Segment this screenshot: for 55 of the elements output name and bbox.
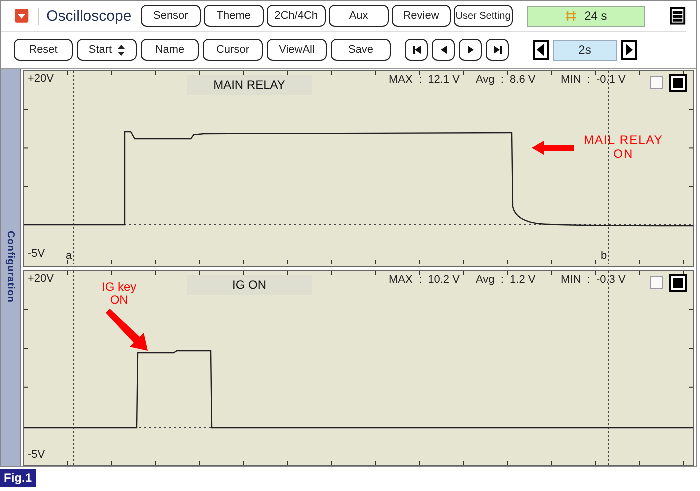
axis-label: -5V (28, 248, 46, 261)
time-scale-field[interactable]: 2s (553, 40, 617, 60)
timer-icon (564, 10, 577, 22)
axis-label: -5V (28, 448, 46, 462)
tab-button[interactable]: User Setting (454, 5, 513, 27)
arrow-icon (532, 141, 574, 155)
menu-icon[interactable] (670, 7, 686, 25)
dropdown-icon[interactable] (15, 9, 29, 23)
tab-button[interactable]: 2Ch/4Ch (266, 5, 326, 27)
next-button[interactable] (459, 39, 482, 61)
tab-button[interactable]: Aux (329, 5, 389, 27)
previous-button[interactable] (432, 39, 455, 61)
tab-button[interactable]: Theme (204, 5, 264, 27)
increase-button[interactable] (621, 40, 637, 60)
tab-button[interactable]: Sensor (140, 5, 202, 27)
skip-back-icon (412, 45, 422, 55)
axis-label: +20V (28, 73, 54, 86)
avg-reading: Avg : 8.6 V (476, 74, 536, 87)
right-triangle-icon (466, 45, 476, 55)
channel-name: IG ON (187, 274, 312, 294)
max-reading: MAX : 10.2 V (389, 274, 460, 286)
time-scale-value: 2s (578, 43, 592, 57)
last-button[interactable] (486, 39, 509, 61)
side-tab[interactable]: Configuration (1, 69, 21, 466)
checkbox[interactable] (650, 76, 663, 89)
first-button[interactable] (405, 39, 428, 61)
skip-forward-icon (492, 45, 502, 55)
spinner-icon (118, 44, 126, 56)
action-button[interactable]: ViewAll (267, 39, 327, 61)
axis-label: +20V (28, 272, 54, 286)
avg-reading: Avg : 1.2 V (476, 274, 536, 286)
trace-color-swatch[interactable] (669, 274, 687, 292)
min-reading: MIN : -0.1 V (561, 74, 626, 87)
annotation-text: MAIL RELAY ON (584, 134, 664, 162)
timer-text: 24 s (584, 9, 608, 23)
cursor-label: a (66, 250, 72, 263)
window-title: Oscilloscope (38, 8, 132, 24)
action-button[interactable]: Save (331, 39, 391, 61)
decrease-button[interactable] (533, 40, 549, 60)
start-spinner[interactable]: Start (77, 39, 137, 61)
min-reading: MIN : -0.3 V (561, 274, 626, 286)
action-button[interactable]: Reset (14, 39, 73, 61)
channel-name: MAIN RELAY (187, 75, 312, 95)
checkbox[interactable] (650, 276, 663, 288)
side-tab-label: Configuration (5, 231, 16, 304)
action-button[interactable]: Name (141, 39, 199, 61)
cursor-label: b (601, 250, 608, 263)
trace-color-swatch[interactable] (669, 74, 687, 92)
tab-button[interactable]: Review (392, 5, 452, 27)
arrow-icon (106, 308, 148, 350)
action-button[interactable]: Cursor (203, 39, 263, 61)
max-reading: MAX : 12.1 V (389, 74, 460, 87)
left-triangle-icon (438, 45, 448, 55)
figure-label: Fig.1 (0, 469, 36, 487)
annotation-text: IG key ON (102, 280, 137, 308)
